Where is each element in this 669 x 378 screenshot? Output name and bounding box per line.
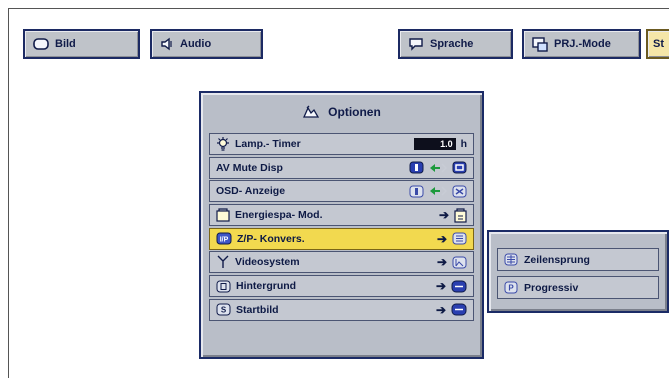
- lamp-timer-unit: h: [460, 138, 467, 150]
- interlace-icon: [504, 253, 518, 266]
- speaker-icon: [160, 37, 174, 51]
- tab-label: Audio: [180, 38, 212, 50]
- menu-item-label: AV Mute Disp: [216, 161, 283, 174]
- toggle-arrows-icon: [429, 185, 447, 197]
- tab-bild[interactable]: Bild: [23, 29, 140, 59]
- menu-item-label: Lamp.- Timer: [235, 138, 301, 150]
- submenu-arrow-icon: ➔: [435, 279, 446, 294]
- svg-text:S: S: [221, 306, 227, 315]
- menu-item-label: Energiespa- Mod.: [235, 209, 323, 222]
- submenu-icon: [451, 303, 467, 316]
- lamp-timer-value: 1.0: [413, 138, 456, 150]
- progressive-icon: P: [504, 281, 518, 294]
- menu-item-av-mute-disp[interactable]: AV Mute Disp: [209, 156, 474, 179]
- tab-st[interactable]: St: [646, 29, 669, 59]
- startup-image-icon: S: [216, 303, 231, 316]
- tab-audio[interactable]: Audio: [150, 29, 263, 59]
- menu-item-label: Videosystem: [235, 256, 300, 269]
- submenu-icon: [452, 256, 467, 269]
- submenu-icon: [451, 280, 467, 293]
- menu-item-lamp-timer[interactable]: Lamp.- Timer 1.0 h: [209, 133, 474, 155]
- panel-title: Optionen: [201, 105, 482, 119]
- tab-label: Bild: [55, 38, 76, 50]
- submenu-icon: [454, 207, 467, 223]
- projector-mode-icon: [532, 36, 548, 52]
- energy-icon: [216, 208, 230, 222]
- submenu-item-label: Progressiv: [524, 281, 579, 294]
- tab-label: Sprache: [430, 38, 474, 50]
- menu-item-label: Hintergrund: [236, 280, 297, 293]
- options-list: Lamp.- Timer 1.0 h AV Mute Disp OSD- Anz…: [209, 133, 474, 323]
- antenna-icon: [216, 255, 230, 269]
- tab-label: St: [653, 38, 664, 50]
- submenu-item-zeilensprung[interactable]: Zeilensprung: [497, 248, 659, 271]
- option-one-icon: [409, 161, 424, 174]
- lamp-icon: [216, 137, 230, 151]
- toggle-arrows-icon: [429, 162, 447, 174]
- monitor-icon: [33, 38, 49, 50]
- submenu-item-label: Zeilensprung: [524, 253, 590, 266]
- ip-conversion-submenu: Zeilensprung P Progressiv: [487, 230, 669, 313]
- menu-item-label: OSD- Anzeige: [216, 185, 286, 198]
- speech-bubble-icon: [408, 37, 424, 51]
- submenu-icon: [452, 232, 467, 245]
- option-one-icon: [409, 185, 424, 198]
- option-two-icon: [452, 161, 467, 174]
- svg-text:P: P: [508, 284, 514, 293]
- menu-item-startbild[interactable]: S Startbild ➔: [209, 298, 474, 321]
- menu-item-label: Z/P- Konvers.: [237, 232, 305, 245]
- options-panel: Optionen Lamp.- Timer 1.0 h AV Mute Disp: [199, 91, 484, 359]
- options-icon: [302, 105, 320, 119]
- submenu-arrow-icon: ➔: [436, 231, 447, 246]
- ip-conversion-icon: I/P: [216, 232, 232, 245]
- menu-item-videosystem[interactable]: Videosystem ➔: [209, 251, 474, 274]
- submenu-item-progressiv[interactable]: P Progressiv: [497, 276, 659, 299]
- submenu-arrow-icon: ➔: [438, 208, 449, 223]
- menu-item-label: Startbild: [236, 303, 279, 316]
- menu-item-zp-konvers[interactable]: I/P Z/P- Konvers. ➔: [209, 227, 474, 250]
- option-two-icon: [452, 185, 467, 198]
- submenu-arrow-icon: ➔: [436, 255, 447, 270]
- tab-prj-mode[interactable]: PRJ.-Mode: [522, 29, 641, 59]
- background-icon: [216, 280, 231, 293]
- menu-item-energiespar-mod[interactable]: Energiespa- Mod. ➔: [209, 204, 474, 227]
- menu-item-osd-anzeige[interactable]: OSD- Anzeige: [209, 180, 474, 203]
- svg-text:I/P: I/P: [220, 237, 229, 244]
- submenu-arrow-icon: ➔: [435, 302, 446, 317]
- menu-item-hintergrund[interactable]: Hintergrund ➔: [209, 275, 474, 298]
- tab-sprache[interactable]: Sprache: [398, 29, 513, 59]
- tab-label: PRJ.-Mode: [554, 38, 611, 50]
